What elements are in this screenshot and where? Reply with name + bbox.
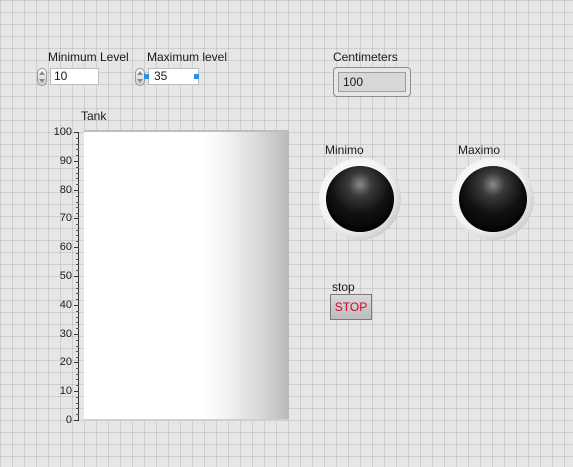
scale-minor-tick bbox=[76, 207, 79, 208]
decrement-arrow-icon[interactable] bbox=[39, 79, 45, 83]
increment-arrow-icon[interactable] bbox=[39, 71, 45, 75]
scale-minor-tick bbox=[76, 241, 79, 242]
scale-tick-label: 10 bbox=[59, 385, 72, 397]
maximo-label: Maximo bbox=[458, 143, 501, 157]
max-level-input[interactable]: 35 bbox=[148, 68, 199, 85]
scale-tick-label: 30 bbox=[59, 328, 72, 340]
scale-minor-tick bbox=[76, 379, 79, 380]
stop-label: stop bbox=[332, 280, 355, 294]
tank-label: Tank bbox=[81, 109, 107, 123]
stop-button[interactable]: STOP bbox=[330, 294, 372, 320]
scale-minor-tick bbox=[76, 374, 79, 375]
tank-fill bbox=[84, 130, 289, 420]
scale-major-tick bbox=[74, 276, 79, 277]
scale-minor-tick bbox=[76, 397, 79, 398]
tank-bottom-edge bbox=[84, 419, 289, 421]
scale-minor-tick bbox=[76, 414, 79, 415]
scale-minor-tick bbox=[76, 299, 79, 300]
scale-minor-tick bbox=[76, 357, 79, 358]
scale-minor-tick bbox=[76, 282, 79, 283]
increment-arrow-icon[interactable] bbox=[137, 71, 143, 75]
min-level-spinner[interactable] bbox=[37, 68, 47, 86]
scale-major-tick bbox=[74, 218, 79, 219]
scale-minor-tick bbox=[76, 340, 79, 341]
scale-minor-tick bbox=[76, 202, 79, 203]
max-level-control[interactable]: 35 bbox=[135, 67, 199, 86]
scale-major-tick bbox=[74, 305, 79, 306]
scale-minor-tick bbox=[76, 144, 79, 145]
scale-tick-label: 40 bbox=[59, 299, 72, 311]
scale-minor-tick bbox=[76, 155, 79, 156]
scale-tick-label: 90 bbox=[59, 155, 72, 167]
minimo-led[interactable] bbox=[319, 158, 401, 240]
maximo-led[interactable] bbox=[452, 158, 534, 240]
scale-tick-label: 50 bbox=[59, 270, 72, 282]
scale-minor-tick bbox=[76, 368, 79, 369]
scale-minor-tick bbox=[76, 403, 79, 404]
scale-minor-tick bbox=[76, 213, 79, 214]
scale-minor-tick bbox=[76, 235, 79, 236]
scale-tick-label: 80 bbox=[59, 184, 72, 196]
scale-tick-label: 60 bbox=[59, 241, 72, 253]
scale-minor-tick bbox=[76, 293, 79, 294]
scale-tick-label: 100 bbox=[53, 126, 72, 138]
scale-minor-tick bbox=[76, 288, 79, 289]
scale-minor-tick bbox=[76, 196, 79, 197]
scale-major-tick bbox=[74, 420, 79, 421]
scale-minor-tick bbox=[76, 346, 79, 347]
scale-minor-tick bbox=[76, 253, 79, 254]
scale-minor-tick bbox=[76, 173, 79, 174]
scale-minor-tick bbox=[76, 149, 79, 150]
scale-major-tick bbox=[74, 161, 79, 162]
scale-minor-tick bbox=[76, 138, 79, 139]
min-level-control[interactable]: 10 bbox=[37, 67, 99, 86]
minimo-led-lamp bbox=[326, 166, 394, 232]
scale-major-tick bbox=[74, 334, 79, 335]
decrement-arrow-icon[interactable] bbox=[137, 79, 143, 83]
scale-major-tick bbox=[74, 190, 79, 191]
centimeters-label: Centimeters bbox=[333, 50, 398, 64]
scale-major-tick bbox=[74, 391, 79, 392]
scale-major-tick bbox=[74, 362, 79, 363]
scale-minor-tick bbox=[76, 259, 79, 260]
min-level-input[interactable]: 10 bbox=[50, 68, 99, 85]
scale-minor-tick bbox=[76, 224, 79, 225]
centimeters-value: 100 bbox=[338, 72, 406, 92]
scale-minor-tick bbox=[76, 264, 79, 265]
selection-handle-left[interactable] bbox=[144, 74, 149, 79]
scale-major-tick bbox=[74, 247, 79, 248]
minimo-label: Minimo bbox=[325, 143, 364, 157]
selection-handle-right[interactable] bbox=[194, 74, 199, 79]
scale-minor-tick bbox=[76, 270, 79, 271]
scale-minor-tick bbox=[76, 178, 79, 179]
max-level-label: Maximum level bbox=[147, 50, 228, 64]
scale-tick-label: 70 bbox=[59, 212, 72, 224]
scale-minor-tick bbox=[76, 322, 79, 323]
scale-minor-tick bbox=[76, 184, 79, 185]
scale-tick-label: 20 bbox=[59, 356, 72, 368]
scale-minor-tick bbox=[76, 230, 79, 231]
scale-minor-tick bbox=[76, 317, 79, 318]
scale-minor-tick bbox=[76, 311, 79, 312]
scale-minor-tick bbox=[76, 351, 79, 352]
scale-tick-label: 0 bbox=[65, 414, 72, 426]
scale-minor-tick bbox=[76, 408, 79, 409]
maximo-led-lamp bbox=[459, 166, 527, 232]
scale-minor-tick bbox=[76, 167, 79, 168]
scale-major-tick bbox=[74, 132, 79, 133]
centimeters-indicator: 100 bbox=[333, 67, 411, 97]
min-level-label: Minimum Level bbox=[48, 50, 129, 64]
scale-minor-tick bbox=[76, 328, 79, 329]
scale-minor-tick bbox=[76, 385, 79, 386]
